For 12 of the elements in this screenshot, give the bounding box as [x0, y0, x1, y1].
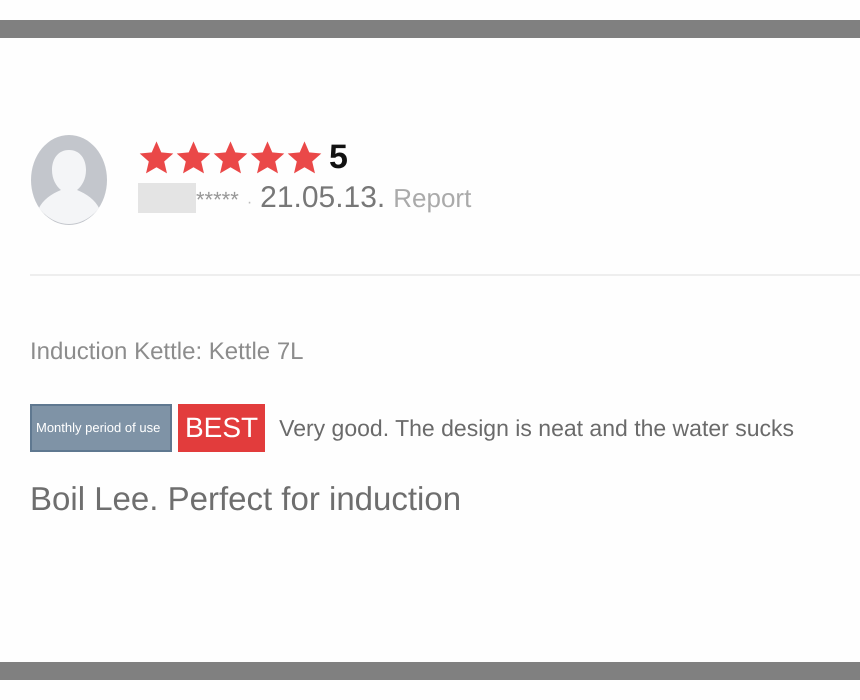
- report-link[interactable]: Report: [393, 183, 472, 214]
- censor-block: [138, 183, 196, 213]
- product-option: Induction Kettle: Kettle 7L: [30, 338, 860, 366]
- avatar-icon: [30, 134, 108, 226]
- review-date: 21.05.13.: [260, 181, 386, 215]
- period-badge: Monthly period of use: [30, 404, 172, 452]
- review-summary: Very good. The design is neat and the water sucks: [279, 414, 794, 442]
- best-badge: BEST: [178, 404, 266, 452]
- review-text: Boil Lee. Perfect for induction: [30, 480, 462, 518]
- author-name: *****: [196, 187, 239, 213]
- rating-score: 5: [329, 138, 348, 177]
- separator-dot: ·: [246, 194, 252, 212]
